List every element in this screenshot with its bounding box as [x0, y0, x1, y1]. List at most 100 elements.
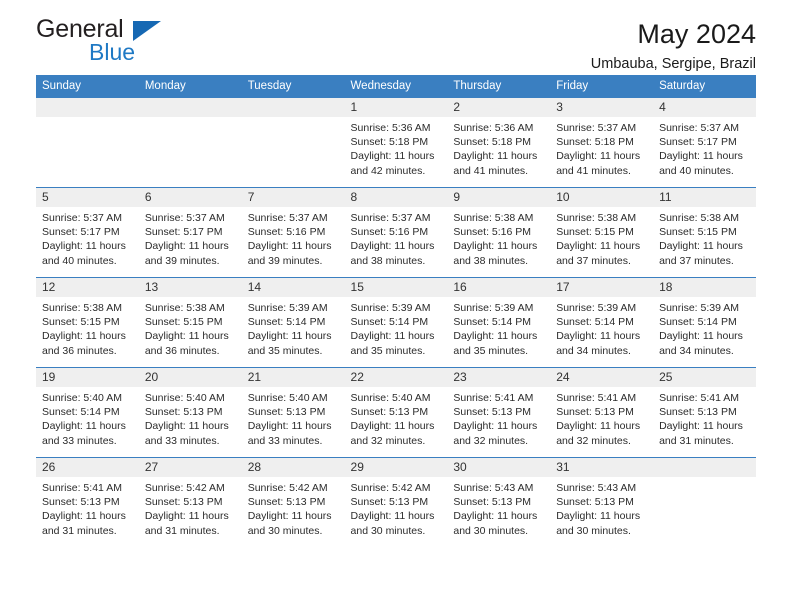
day-number: 6: [138, 188, 242, 207]
sunrise-time: Sunrise: 5:39 AM: [453, 302, 534, 314]
day-details: Sunrise: 5:38 AM Sunset: 5:16 PM Daylight:…: [447, 207, 550, 268]
daylight-duration-line2: and 40 minutes.: [659, 164, 734, 177]
day-details: Sunrise: 5:42 AM Sunset: 5:13 PM Daylight:…: [345, 477, 448, 538]
day-number: 14: [241, 278, 345, 297]
day-details: Sunrise: 5:39 AM Sunset: 5:14 PM Daylight:…: [345, 297, 448, 358]
calendar-day-cell[interactable]: 11 Sunrise: 5:38 AM Sunset: 5:15 PM Dayligh…: [653, 187, 756, 278]
calendar-day-cell[interactable]: 13 Sunrise: 5:38 AM Sunset: 5:15 PM Dayligh…: [138, 277, 242, 368]
day-number: 25: [653, 368, 756, 387]
calendar-day-cell[interactable]: 24 Sunrise: 5:41 AM Sunset: 5:13 PM Dayligh…: [550, 367, 654, 458]
daylight-duration-line1: Daylight: 11 hours: [144, 510, 229, 523]
calendar-day-cell[interactable]: 1 Sunrise: 5:36 AM Sunset: 5:18 PM Daylight…: [344, 97, 448, 188]
logo-text-blue: Blue: [89, 39, 136, 65]
calendar-day-cell[interactable]: 15 Sunrise: 5:39 AM Sunset: 5:14 PM Dayligh…: [344, 277, 448, 368]
calendar-week-row: 26 Sunrise: 5:41 AM Sunset: 5:13 PM Dayligh…: [36, 457, 756, 548]
sunset-time: Sunset: 5:16 PM: [453, 226, 532, 239]
day-number: 3: [550, 98, 654, 117]
day-number: 28: [241, 458, 345, 477]
calendar-day-cell[interactable]: 20 Sunrise: 5:40 AM Sunset: 5:13 PM Dayligh…: [138, 367, 242, 458]
sunset-time: Sunset: 5:14 PM: [350, 316, 429, 329]
triangle-icon: [133, 21, 161, 41]
day-details: Sunrise: 5:37 AM Sunset: 5:18 PM Daylight:…: [550, 117, 653, 178]
calendar-day-cell[interactable]: 14 Sunrise: 5:39 AM Sunset: 5:14 PM Dayligh…: [241, 277, 345, 368]
sunrise-time: Sunrise: 5:42 AM: [350, 482, 431, 494]
sunset-time: Sunset: 5:15 PM: [659, 226, 737, 239]
calendar-day-cell[interactable]: 30 Sunrise: 5:43 AM Sunset: 5:13 PM Dayligh…: [447, 457, 551, 548]
day-number: 24: [550, 368, 654, 387]
day-number: 4: [653, 98, 756, 117]
calendar-day-cell[interactable]: 23 Sunrise: 5:41 AM Sunset: 5:13 PM Dayligh…: [447, 367, 551, 458]
day-details: Sunrise: 5:41 AM Sunset: 5:13 PM Daylight:…: [653, 387, 756, 448]
calendar-day-cell[interactable]: 16 Sunrise: 5:39 AM Sunset: 5:14 PM Dayligh…: [447, 277, 551, 368]
day-number: 16: [447, 278, 551, 297]
daylight-duration-line2: and 35 minutes.: [453, 344, 529, 357]
sunrise-time: Sunrise: 5:39 AM: [247, 302, 328, 314]
day-details: Sunrise: 5:39 AM Sunset: 5:14 PM Daylight:…: [447, 297, 550, 358]
daylight-duration-line2: and 40 minutes.: [42, 254, 117, 267]
title-block: May 2024 Umbauba, Sergipe, Brazil: [591, 16, 756, 75]
calendar-day-cell[interactable]: 19 Sunrise: 5:40 AM Sunset: 5:14 PM Dayligh…: [36, 367, 139, 458]
day-number: 31: [550, 458, 654, 477]
calendar-day-cell[interactable]: 6 Sunrise: 5:37 AM Sunset: 5:17 PM Daylight…: [138, 187, 242, 278]
calendar-page: General Blue May 2024 Umbauba, Sergipe, …: [0, 0, 792, 612]
calendar-day-cell[interactable]: 22 Sunrise: 5:40 AM Sunset: 5:13 PM Dayligh…: [344, 367, 448, 458]
calendar-day-cell[interactable]: 5 Sunrise: 5:37 AM Sunset: 5:17 PM Daylight…: [36, 187, 139, 278]
calendar-day-cell[interactable]: 29 Sunrise: 5:42 AM Sunset: 5:13 PM Dayligh…: [344, 457, 448, 548]
calendar-day-cell[interactable]: 28 Sunrise: 5:42 AM Sunset: 5:13 PM Dayligh…: [241, 457, 345, 548]
calendar-day-cell[interactable]: 31 Sunrise: 5:43 AM Sunset: 5:13 PM Dayligh…: [550, 457, 654, 548]
calendar-day-cell-empty: [653, 457, 756, 548]
sunset-time: Sunset: 5:18 PM: [453, 136, 532, 149]
day-number: 5: [36, 188, 139, 207]
sunrise-time: Sunrise: 5:39 AM: [350, 302, 431, 314]
calendar-day-cell[interactable]: 17 Sunrise: 5:39 AM Sunset: 5:14 PM Dayligh…: [550, 277, 654, 368]
calendar-day-cell[interactable]: 9 Sunrise: 5:38 AM Sunset: 5:16 PM Daylight…: [447, 187, 551, 278]
calendar-day-cell[interactable]: 7 Sunrise: 5:37 AM Sunset: 5:16 PM Daylight…: [241, 187, 345, 278]
sunrise-time: Sunrise: 5:38 AM: [42, 302, 122, 314]
sunset-time: Sunset: 5:13 PM: [350, 496, 429, 509]
day-number: [36, 98, 139, 117]
calendar-day-cell[interactable]: 2 Sunrise: 5:36 AM Sunset: 5:18 PM Daylight…: [447, 97, 551, 188]
daylight-duration-line2: and 35 minutes.: [247, 344, 323, 357]
calendar-day-cell[interactable]: 26 Sunrise: 5:41 AM Sunset: 5:13 PM Dayligh…: [36, 457, 139, 548]
sunrise-time: Sunrise: 5:37 AM: [144, 212, 225, 224]
calendar-day-cell[interactable]: 8 Sunrise: 5:37 AM Sunset: 5:16 PM Daylight…: [344, 187, 448, 278]
day-details: Sunrise: 5:42 AM Sunset: 5:13 PM Daylight:…: [139, 477, 242, 538]
sunset-time: Sunset: 5:18 PM: [556, 136, 634, 149]
calendar-day-cell-empty: [138, 97, 242, 188]
calendar-day-cell[interactable]: 18 Sunrise: 5:39 AM Sunset: 5:14 PM Dayligh…: [653, 277, 756, 368]
day-details: Sunrise: 5:36 AM Sunset: 5:18 PM Daylight:…: [447, 117, 550, 178]
sunrise-time: Sunrise: 5:41 AM: [42, 482, 122, 494]
daylight-duration-line1: Daylight: 11 hours: [350, 510, 435, 523]
calendar-week-row: 5 Sunrise: 5:37 AM Sunset: 5:17 PM Daylight…: [36, 187, 756, 278]
calendar-day-cell[interactable]: 10 Sunrise: 5:38 AM Sunset: 5:15 PM Dayligh…: [550, 187, 654, 278]
daylight-duration-line1: Daylight: 11 hours: [350, 330, 435, 343]
calendar-day-cell[interactable]: 21 Sunrise: 5:40 AM Sunset: 5:13 PM Dayligh…: [241, 367, 345, 458]
calendar-day-cell[interactable]: 25 Sunrise: 5:41 AM Sunset: 5:13 PM Dayligh…: [653, 367, 756, 458]
day-number: 8: [344, 188, 448, 207]
daylight-duration-line2: and 30 minutes.: [556, 524, 631, 537]
day-details: Sunrise: 5:37 AM Sunset: 5:17 PM Daylight:…: [653, 117, 756, 178]
weekday-header-saturday: Saturday: [653, 75, 756, 98]
sunset-time: Sunset: 5:13 PM: [144, 496, 223, 509]
sunset-time: Sunset: 5:14 PM: [42, 406, 120, 419]
daylight-duration-line2: and 34 minutes.: [556, 344, 631, 357]
sunset-time: Sunset: 5:16 PM: [350, 226, 429, 239]
day-details: Sunrise: 5:41 AM Sunset: 5:13 PM Daylight:…: [447, 387, 550, 448]
day-number: 23: [447, 368, 551, 387]
daylight-duration-line2: and 36 minutes.: [42, 344, 117, 357]
day-details: Sunrise: 5:43 AM Sunset: 5:13 PM Daylight:…: [447, 477, 550, 538]
sunrise-time: Sunrise: 5:37 AM: [659, 122, 740, 134]
sunrise-time: Sunrise: 5:42 AM: [247, 482, 328, 494]
calendar-day-cell[interactable]: 4 Sunrise: 5:37 AM Sunset: 5:17 PM Daylight…: [653, 97, 756, 188]
day-number: 11: [653, 188, 756, 207]
calendar-day-cell[interactable]: 12 Sunrise: 5:38 AM Sunset: 5:15 PM Dayligh…: [36, 277, 139, 368]
daylight-duration-line2: and 33 minutes.: [42, 434, 117, 447]
general-blue-logo[interactable]: General Blue: [36, 16, 206, 68]
calendar-day-cell[interactable]: 3 Sunrise: 5:37 AM Sunset: 5:18 PM Daylight…: [550, 97, 654, 188]
calendar-day-cell[interactable]: 27 Sunrise: 5:42 AM Sunset: 5:13 PM Dayligh…: [138, 457, 242, 548]
day-details: Sunrise: 5:37 AM Sunset: 5:17 PM Daylight:…: [36, 207, 139, 268]
day-number: 1: [344, 98, 448, 117]
sunset-time: Sunset: 5:15 PM: [144, 316, 223, 329]
day-details: Sunrise: 5:38 AM Sunset: 5:15 PM Daylight:…: [653, 207, 756, 268]
daylight-duration-line1: Daylight: 11 hours: [453, 330, 538, 343]
